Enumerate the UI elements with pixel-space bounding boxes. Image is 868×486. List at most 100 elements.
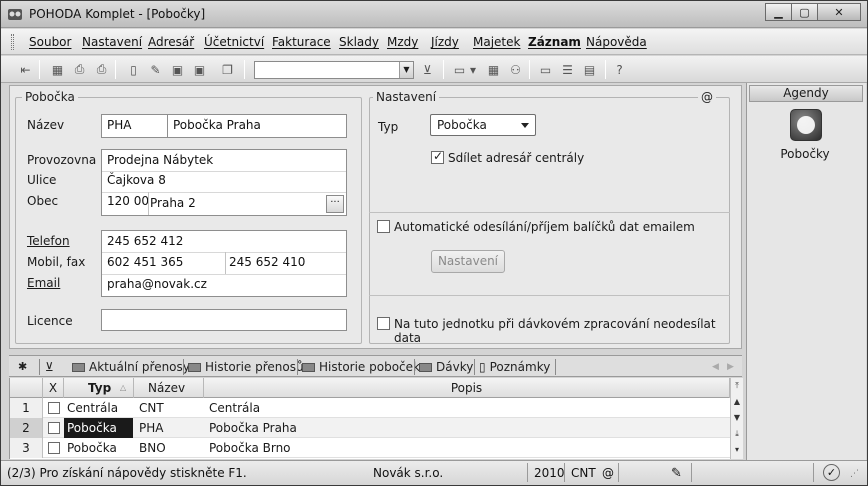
email-label[interactable]: Email <box>27 276 60 290</box>
header-nazev[interactable]: Název <box>134 378 204 398</box>
nazev-field[interactable]: Pobočka Praha <box>167 114 347 138</box>
menu-majetek[interactable]: Majetek <box>473 35 520 49</box>
row-checkbox[interactable] <box>48 422 60 434</box>
menu-soubor[interactable]: Soubor <box>29 35 71 49</box>
print-setup-icon[interactable]: ⎙ <box>93 61 110 78</box>
print-icon[interactable]: ⎙ <box>71 61 88 78</box>
filter-icon[interactable]: ⊻ <box>45 358 54 376</box>
obec-lookup-button[interactable]: ··· <box>326 195 344 213</box>
menu-adresar[interactable]: Adresář <box>148 35 194 49</box>
filter-icon[interactable]: ⊻ <box>419 61 436 78</box>
tab-aktualni-prenosy[interactable]: Aktuální přenosy <box>72 358 190 376</box>
sdilet-checkbox[interactable] <box>431 149 444 164</box>
status-bar: (2/3) Pro získání nápovědy stiskněte F1.… <box>1 460 867 485</box>
licence-label: Licence <box>27 314 73 328</box>
status-email-icon: @ <box>602 466 614 480</box>
menu-napoveda[interactable]: Nápověda <box>586 35 647 49</box>
pen-icon[interactable]: ✎ <box>671 466 682 481</box>
scroll-up-icon[interactable]: ▲ <box>731 396 743 408</box>
scroll-top-icon[interactable]: ⤒ <box>731 380 743 392</box>
fax-field[interactable]: 245 652 410 <box>229 255 305 269</box>
check-status-icon[interactable]: ✓ <box>823 464 840 481</box>
menu-sklady[interactable]: Sklady <box>339 35 379 49</box>
app-window: POHODA Komplet - [Pobočky] ▁ ▢ ✕ Soubor … <box>0 0 868 486</box>
help-icon[interactable]: ? <box>611 61 628 78</box>
row-checkbox[interactable] <box>48 402 60 414</box>
tab-historie-pobocek[interactable]: Historie poboček <box>302 358 420 376</box>
auto-email-checkbox[interactable] <box>377 220 390 233</box>
email-field[interactable]: praha@novak.cz <box>107 277 207 291</box>
tab-historie-prenosu[interactable]: Historie přenosů <box>188 358 304 376</box>
asterisk-icon[interactable]: ✱ <box>18 358 27 376</box>
new-record-icon[interactable]: ▯ <box>125 61 142 78</box>
grid-scrollbar[interactable]: ⤒ ▲ ▼ ⤓ ▾ <box>730 378 743 459</box>
status-year: 2010 <box>534 466 565 480</box>
menu-jizdy[interactable]: Jízdy <box>431 35 459 49</box>
telefon-label[interactable]: Telefon <box>27 234 70 248</box>
header-popis[interactable]: Popis <box>204 378 730 398</box>
resize-grip-icon[interactable]: ⋰ <box>850 469 859 479</box>
tab-davky[interactable]: Dávky <box>419 358 473 376</box>
table-row[interactable]: 1 Centrála CNT Centrála <box>10 398 730 418</box>
typ-label: Typ <box>378 120 399 134</box>
subagenda-tabbar: ✱ ⊻ Aktuální přenosy Historie přenosů Hi… <box>9 355 742 377</box>
pohoda-app-icon[interactable] <box>7 6 23 22</box>
provozovna-field[interactable]: Prodejna Nábytek <box>107 153 213 167</box>
sort-asc-icon: △ <box>120 383 127 392</box>
kod-field[interactable]: PHA <box>101 114 168 138</box>
exit-icon[interactable]: ⇤ <box>17 61 34 78</box>
scroll-down-icon[interactable]: ▼ <box>731 412 743 424</box>
tab-scroll-left-icon[interactable]: ◀ <box>712 358 719 376</box>
maximize-button[interactable]: ▢ <box>791 3 818 21</box>
obec-field[interactable]: Praha 2 <box>150 196 196 210</box>
close-button[interactable]: ✕ <box>817 3 861 21</box>
nastaveni-button[interactable]: Nastavení <box>431 250 505 273</box>
nastaveni-group-title: Nastavení <box>373 90 440 104</box>
menu-mzdy[interactable]: Mzdy <box>387 35 418 49</box>
menu-nastaveni[interactable]: Nastavení <box>82 35 142 49</box>
list-icon[interactable]: ☰ <box>559 61 576 78</box>
nazev-label: Název <box>27 118 65 132</box>
typ-select[interactable]: Pobočka <box>430 114 536 136</box>
neodesilat-checkbox[interactable] <box>377 317 390 330</box>
typ-select-value: Pobočka <box>437 118 487 132</box>
report-icon[interactable]: ▤ <box>581 61 598 78</box>
pobocky-agenda-icon[interactable] <box>790 109 822 141</box>
neodesilat-label: Na tuto jednotku při dávkovém zpracování… <box>394 317 716 345</box>
folder-icon[interactable]: ▭ <box>451 61 468 78</box>
edit-record-icon[interactable]: ✎ <box>147 61 164 78</box>
address-block: Prodejna Nábytek Čajkova 8 120 00 Praha … <box>101 149 347 216</box>
telefon-field[interactable]: 245 652 412 <box>107 234 183 248</box>
row-checkbox[interactable] <box>48 442 60 454</box>
ulice-field[interactable]: Čajkova 8 <box>107 173 166 187</box>
scroll-end-icon[interactable]: ▾ <box>731 444 743 456</box>
tab-poznamky[interactable]: ▯ Poznámky <box>479 358 550 376</box>
chevron-down-icon <box>521 123 529 128</box>
minimize-button[interactable]: ▁ <box>765 3 792 21</box>
menu-ucetnictvi[interactable]: Účetnictví <box>204 35 264 49</box>
licence-field[interactable] <box>101 309 347 331</box>
header-x[interactable]: X <box>43 378 64 398</box>
message-icon[interactable]: ▭ <box>537 61 554 78</box>
table-row[interactable]: 3 Pobočka BNO Pobočka Brno <box>10 438 730 458</box>
calculator-icon[interactable]: ▦ <box>485 61 502 78</box>
chevron-down-icon[interactable]: ▼ <box>399 62 413 78</box>
users-icon[interactable]: ⚇ <box>507 61 524 78</box>
table-row-selected[interactable]: 2 Pobočka PHA Pobočka Praha <box>10 418 730 438</box>
save-icon[interactable]: ▣ <box>169 61 186 78</box>
menu-zaznam[interactable]: Záznam <box>528 35 581 49</box>
tab-scroll-right-icon[interactable]: ▶ <box>727 358 734 376</box>
mobil-field[interactable]: 602 451 365 <box>107 255 183 269</box>
filter-combo[interactable]: ▼ <box>254 61 414 79</box>
menu-fakturace[interactable]: Fakturace <box>272 35 331 49</box>
copy-icon[interactable]: ❐ <box>219 61 236 78</box>
psc-field[interactable]: 120 00 <box>107 194 149 208</box>
cancel-icon[interactable]: ▣ <box>191 61 208 78</box>
scroll-bottom-icon[interactable]: ⤓ <box>731 428 743 440</box>
table-icon <box>72 363 85 372</box>
mobil-label: Mobil, fax <box>27 255 86 269</box>
folder-chevron-icon[interactable]: ▾ <box>468 61 478 78</box>
pobocky-agenda-label[interactable]: Pobočky <box>747 147 863 161</box>
print-preview-icon[interactable]: ▦ <box>49 61 66 78</box>
record-form: Pobočka Název PHA Pobočka Praha Provozov… <box>9 85 742 349</box>
